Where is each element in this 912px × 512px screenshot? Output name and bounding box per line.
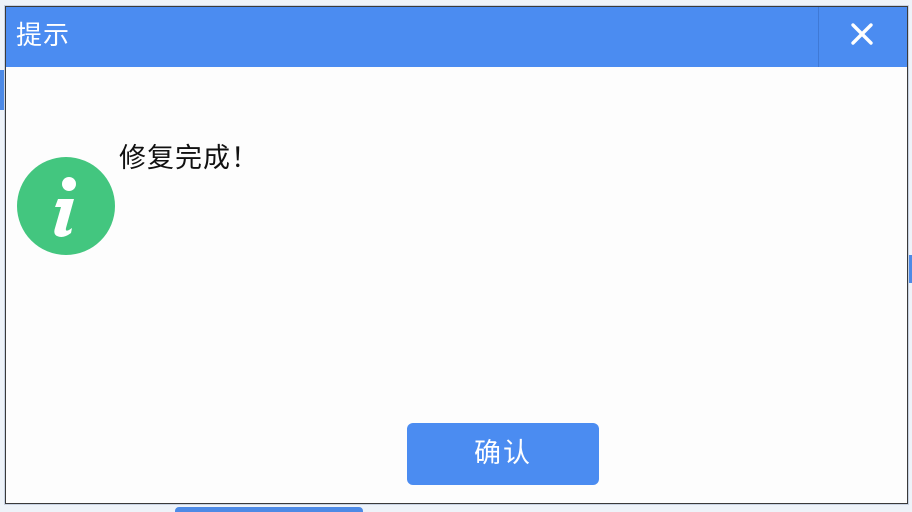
desktop-background: 提示 修复完成！ 确认 — [0, 0, 912, 512]
dialog-title: 提示 — [16, 21, 71, 51]
dialog-message: 修复完成！ — [119, 143, 259, 174]
background-window-tab — [175, 507, 363, 512]
close-button[interactable] — [819, 7, 907, 67]
background-window-edge — [0, 70, 4, 110]
confirm-button[interactable]: 确认 — [407, 423, 599, 485]
info-icon — [17, 157, 115, 255]
alert-dialog: 提示 修复完成！ 确认 — [5, 6, 908, 504]
close-icon — [851, 23, 873, 45]
dialog-title-bar[interactable]: 提示 — [6, 7, 907, 67]
